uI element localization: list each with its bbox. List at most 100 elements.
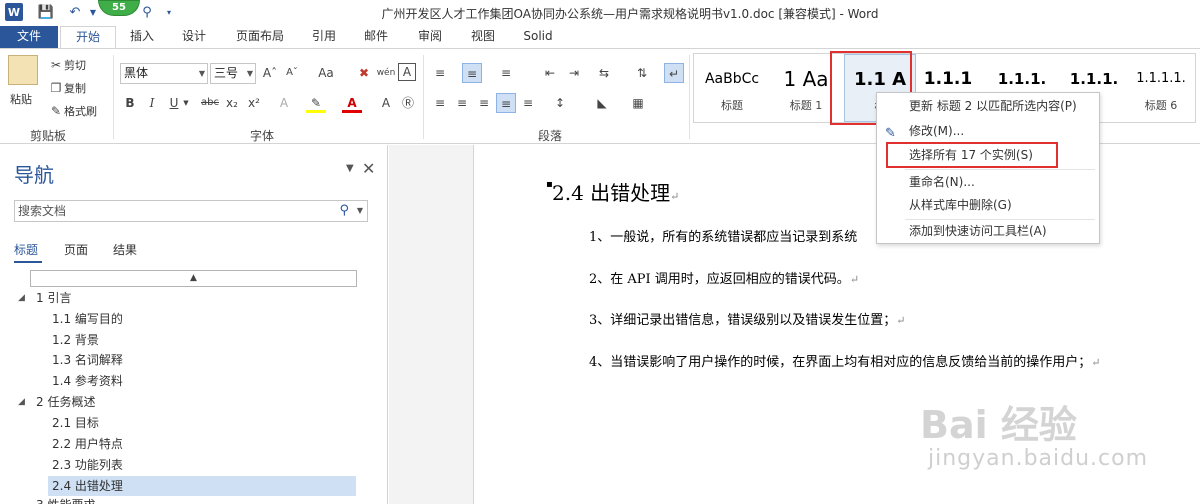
shading-icon[interactable]: ◣: [592, 93, 612, 113]
tree-item[interactable]: 1.2 背景: [52, 330, 99, 350]
tab-home[interactable]: 开始: [60, 26, 116, 49]
bullets-icon[interactable]: ≡: [430, 63, 450, 83]
strikethrough-button[interactable]: abc: [198, 93, 222, 113]
tree-item[interactable]: 3 性能要求: [36, 495, 95, 504]
divider: [113, 55, 114, 139]
paste-icon[interactable]: [8, 55, 38, 85]
subscript-button[interactable]: x₂: [222, 93, 242, 113]
change-case-button[interactable]: Aa: [312, 63, 340, 83]
tab-file[interactable]: 文件: [0, 26, 58, 48]
align-left-icon[interactable]: ≡: [430, 93, 450, 113]
copy-icon: ❐: [50, 81, 62, 95]
font-name-combo[interactable]: 黑体 ▼: [120, 63, 208, 84]
clear-format-icon[interactable]: ✖: [354, 63, 374, 83]
italic-button[interactable]: I: [142, 93, 162, 113]
expand-triangle-icon: ◢: [18, 293, 25, 303]
format-painter-button[interactable]: ✎ 格式刷: [48, 101, 97, 121]
paste-button[interactable]: 粘贴: [10, 89, 32, 109]
superscript-button[interactable]: x²: [244, 93, 264, 113]
tree-item[interactable]: 2.2 用户特点: [52, 434, 123, 454]
tree-item[interactable]: 1.3 名词解释: [52, 350, 123, 370]
decrease-indent-icon[interactable]: ⇤: [540, 63, 560, 83]
grow-font-icon[interactable]: Aˆ: [260, 63, 280, 83]
tree-item[interactable]: 1.4 参考资料: [52, 371, 123, 391]
phonetic-guide-button[interactable]: wén: [376, 63, 396, 83]
char-border-icon[interactable]: A: [398, 63, 416, 81]
heading-text: 2.4 出错处理: [552, 181, 671, 205]
tab-design[interactable]: 设计: [176, 26, 212, 48]
tab-layout[interactable]: 页面布局: [230, 26, 290, 48]
paragraph[interactable]: 3、详细记录出错信息，错误级别以及错误发生位置；↵: [589, 309, 906, 328]
tree-item[interactable]: 2.1 目标: [52, 413, 99, 433]
nav-tab-headings[interactable]: 标题: [14, 241, 38, 258]
char-shading-icon[interactable]: A: [376, 93, 396, 113]
increase-indent-icon[interactable]: ⇥: [564, 63, 584, 83]
paragraph-mark-icon: ↵: [849, 273, 860, 286]
tree-item[interactable]: 1.1 编写目的: [52, 309, 123, 329]
tab-review[interactable]: 审阅: [412, 26, 448, 48]
tab-references[interactable]: 引用: [306, 26, 342, 48]
search-input[interactable]: 搜索文档 ⚲ ▼: [14, 200, 368, 222]
enclose-char-icon[interactable]: Ⓡ: [398, 93, 418, 113]
font-size-combo[interactable]: 三号 ▼: [210, 63, 256, 84]
divider: [423, 55, 424, 139]
align-right-icon[interactable]: ≡: [474, 93, 494, 113]
borders-icon[interactable]: ▦: [628, 93, 648, 113]
style-title[interactable]: AaBbCc 标题: [696, 54, 768, 122]
shrink-font-icon[interactable]: Aˇ: [282, 63, 302, 83]
bold-button[interactable]: B: [120, 93, 140, 113]
chevron-down-icon[interactable]: ▼: [346, 163, 354, 174]
tab-insert[interactable]: 插入: [124, 26, 160, 48]
menu-item-add-to-qat[interactable]: 添加到快速访问工具栏(A): [877, 220, 1099, 242]
tree-item[interactable]: ◢ 2 任务概述: [18, 392, 95, 412]
document-heading[interactable]: ▪ 2.4 出错处理↵: [546, 177, 680, 206]
distribute-icon[interactable]: ≡: [518, 93, 538, 113]
copy-button[interactable]: ❐ 复制: [48, 78, 86, 98]
tree-item[interactable]: 2.3 功能列表: [52, 455, 123, 475]
heading-marker-icon: ▪: [546, 179, 553, 190]
cut-label: 剪切: [64, 59, 86, 72]
tree-item[interactable]: ◢ 1 引言: [18, 288, 71, 308]
justify-icon[interactable]: ≡: [496, 93, 516, 113]
align-center-icon[interactable]: ≡: [452, 93, 472, 113]
style-heading-6[interactable]: 1.1.1.1. 标题 6: [1126, 54, 1196, 122]
divider: [689, 55, 690, 139]
chinese-layout-icon[interactable]: ⇆: [594, 63, 614, 83]
style-context-menu: 更新 标题 2 以匹配所选内容(P) ✎ 修改(M)... 选择所有 17 个实例…: [876, 92, 1100, 244]
active-tab-indicator: [14, 261, 42, 263]
collapse-all-icon[interactable]: ▲: [30, 270, 357, 287]
menu-item-label: 修改(M)...: [909, 124, 965, 138]
paragraph[interactable]: 4、当错误影响了用户操作的时候，在界面上均有相对应的信息反馈给当前的操作用户；↵: [589, 351, 1101, 370]
multilevel-list-icon[interactable]: ≡: [496, 63, 516, 83]
text-effects-icon[interactable]: A: [274, 93, 294, 113]
menu-item-update-style[interactable]: 更新 标题 2 以匹配所选内容(P): [877, 95, 1099, 117]
show-marks-icon[interactable]: ↵: [664, 63, 684, 83]
font-color-icon[interactable]: A: [342, 93, 362, 113]
tab-mailings[interactable]: 邮件: [358, 26, 394, 48]
paragraph-text: 3、详细记录出错信息，错误级别以及错误发生位置；: [589, 313, 897, 328]
tab-view[interactable]: 视图: [465, 26, 501, 48]
nav-title: 导航: [14, 163, 54, 187]
nav-tab-pages[interactable]: 页面: [64, 241, 88, 258]
menu-item-remove-from-gallery[interactable]: 从样式库中删除(G): [877, 194, 1099, 216]
sort-icon[interactable]: ⇅: [632, 63, 652, 83]
chevron-down-icon[interactable]: ▼: [176, 93, 196, 113]
paragraph[interactable]: 2、在 API 调用时，应返回相应的错误代码。↵: [589, 268, 859, 287]
paragraph[interactable]: 1、一般说，所有的系统错误都应当记录到系统: [589, 226, 857, 245]
highlight-icon[interactable]: ✎: [306, 93, 326, 113]
menu-item-rename[interactable]: 重命名(N)...: [877, 171, 1099, 193]
nav-tab-results[interactable]: 结果: [113, 241, 137, 258]
chevron-down-icon[interactable]: ▼: [357, 201, 363, 221]
search-icon[interactable]: ⚲: [339, 201, 349, 221]
style-preview: 1.1.1: [923, 69, 973, 89]
close-icon[interactable]: ✕: [362, 159, 375, 178]
cut-button[interactable]: ✂ 剪切: [48, 55, 86, 75]
menu-item-modify[interactable]: ✎ 修改(M)...: [877, 120, 1099, 142]
watermark-url: jingyan.baidu.com: [928, 446, 1149, 471]
paragraph-mark-icon: ↵: [670, 190, 680, 203]
numbering-icon[interactable]: ≡: [462, 63, 482, 83]
tab-solid[interactable]: Solid: [518, 26, 558, 48]
tree-item-selected[interactable]: 2.4 出错处理: [48, 476, 356, 496]
line-spacing-icon[interactable]: ↕: [550, 93, 570, 113]
font-size-value: 三号: [214, 66, 239, 80]
